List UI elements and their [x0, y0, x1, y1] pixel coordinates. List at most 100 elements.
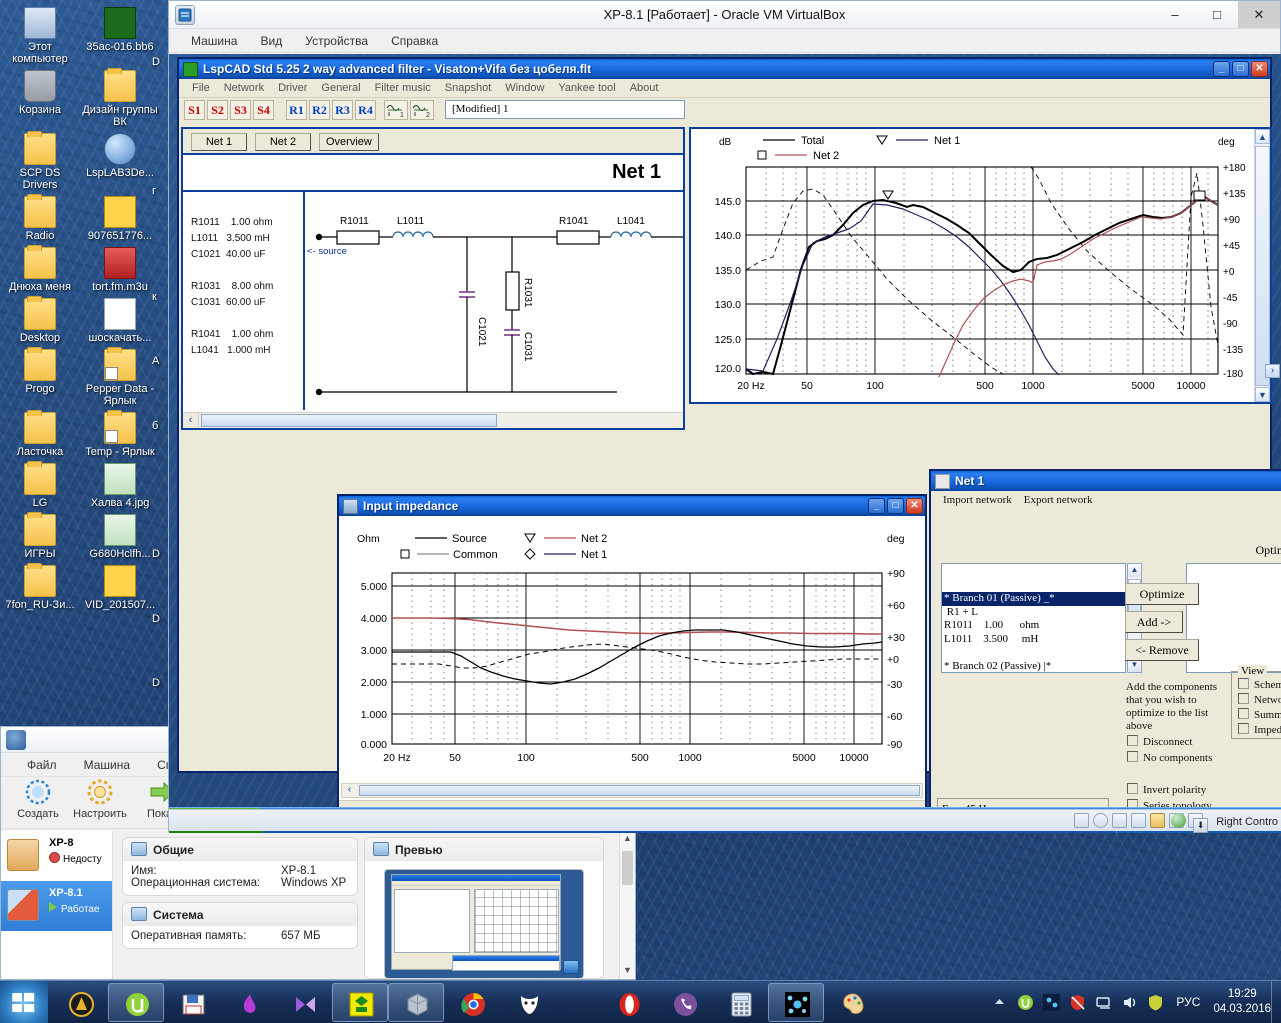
- taskbar-item-lspcad[interactable]: [332, 983, 388, 1022]
- desktop-icon-recycle-bin[interactable]: Корзина: [0, 67, 80, 118]
- scroll-up-icon[interactable]: ▲: [1128, 564, 1141, 577]
- menu-driver[interactable]: Driver: [271, 79, 314, 98]
- checkbox-icon[interactable]: [1238, 708, 1249, 719]
- desktop-icon-vid201507[interactable]: VID_201507...: [80, 562, 160, 613]
- desktop-icon-scp-ds-drivers[interactable]: SCP DS Drivers: [0, 130, 80, 193]
- add-button[interactable]: Add ->: [1125, 611, 1183, 633]
- folder-icon[interactable]: [1150, 813, 1166, 828]
- scroll-down-icon[interactable]: ▼: [620, 963, 635, 979]
- scrollbar-thumb[interactable]: [359, 785, 920, 796]
- desktop-icon-lastochka[interactable]: Ласточка: [0, 409, 80, 460]
- desktop-icon-progo[interactable]: Progo: [0, 346, 80, 397]
- desktop-icon-g680hclfh[interactable]: G680Hclfh...: [80, 511, 160, 562]
- input-impedance-horizontal-scrollbar[interactable]: ‹: [341, 783, 923, 798]
- tab-net1[interactable]: Net 1: [191, 133, 247, 151]
- frequency-response-pane[interactable]: dB Total Net 2 Net 1 deg 145.0 140.0 135…: [689, 127, 1272, 404]
- taskbar-item-calculator[interactable]: [712, 983, 768, 1022]
- snapshot-button-s1[interactable]: S1: [184, 100, 205, 120]
- vbm-new-button[interactable]: Создать: [7, 777, 69, 820]
- vm-close-button[interactable]: ✕: [1238, 1, 1280, 28]
- desktop-icon-design-vk[interactable]: Дизайн группы ВК: [80, 67, 160, 130]
- taskbar-item-media[interactable]: [276, 983, 332, 1022]
- schematic-drawing[interactable]: R1011 L1011 R1041 L1041 C1021 R1031 C103…: [307, 192, 683, 410]
- vm-minimize-button[interactable]: –: [1154, 1, 1196, 28]
- menu-network[interactable]: Network: [217, 79, 271, 98]
- scroll-up-icon[interactable]: ▲: [1255, 129, 1270, 144]
- snapshot-button-s2[interactable]: S2: [207, 100, 228, 120]
- fullscreen-preview-icon[interactable]: [563, 960, 579, 974]
- taskbar-item-utorrent[interactable]: [108, 983, 164, 1022]
- branch-list[interactable]: * Branch 01 (Passive) _* R1 + L R1011 1.…: [941, 563, 1126, 673]
- checkbox-icon[interactable]: [1127, 735, 1138, 746]
- vbm-menu-file[interactable]: Файл: [15, 753, 69, 777]
- menu-window[interactable]: Window: [498, 79, 551, 98]
- menu-general[interactable]: General: [314, 79, 367, 98]
- lspcad-maximize-button[interactable]: □: [1232, 61, 1249, 77]
- menu-filter-music[interactable]: Filter music: [368, 79, 438, 98]
- desktop-icon-tort-fm-m3u[interactable]: tort.fm.m3u: [80, 244, 160, 295]
- recall-button-r3[interactable]: R3: [332, 100, 353, 120]
- view-checkbox-summed-freq-resp[interactable]: Summed freq. resp.: [1238, 708, 1281, 721]
- chevron-up-icon[interactable]: [991, 994, 1008, 1011]
- checkbox-icon[interactable]: [1238, 693, 1249, 704]
- lspcad-close-button[interactable]: ✕: [1251, 61, 1268, 77]
- imp-maximize-button[interactable]: □: [887, 498, 904, 514]
- host-system-tray[interactable]: РУС 19:29 04.03.2016: [988, 981, 1281, 1023]
- network-icon[interactable]: [1095, 994, 1112, 1011]
- network-icon[interactable]: [1131, 813, 1147, 828]
- vm-menu-devices[interactable]: Устройства: [295, 29, 378, 53]
- scroll-left-icon[interactable]: ‹: [183, 413, 199, 428]
- scrollbar-thumb[interactable]: [1255, 146, 1270, 386]
- net1-dialog[interactable]: Net 1 ✕ Import networkExport network Opt…: [929, 469, 1281, 824]
- kaspersky-tray-icon[interactable]: [1069, 994, 1086, 1011]
- optimization-list[interactable]: [1186, 563, 1281, 673]
- recall-button-r1[interactable]: R1: [286, 100, 307, 120]
- vm-guest-screen[interactable]: LspCAD Std 5.25 2 way advanced filter - …: [169, 54, 1281, 833]
- view-checkbox-impedance[interactable]: Impedance: [1238, 723, 1281, 736]
- branch-list-selected-item[interactable]: * Branch 01 (Passive) _*: [942, 592, 1125, 606]
- taskbar-item-molecule[interactable]: [768, 983, 824, 1022]
- plot2-icon[interactable]: 2: [410, 100, 434, 120]
- schematic-horizontal-scrollbar[interactable]: ‹: [183, 412, 683, 428]
- volume-icon[interactable]: [1121, 994, 1138, 1011]
- vm-maximize-button[interactable]: □: [1196, 1, 1238, 28]
- tab-overview[interactable]: Overview: [319, 133, 379, 151]
- utorrent-tray-icon[interactable]: [1017, 994, 1034, 1011]
- imp-close-button[interactable]: ✕: [906, 498, 923, 514]
- vbm-machine-xp8[interactable]: XP-8 Недосту: [1, 831, 112, 881]
- desktop-icon-file-35ac[interactable]: 35ac-016.bb6: [80, 4, 160, 55]
- checkbox-icon[interactable]: [1127, 751, 1138, 762]
- desktop-icon-7fon[interactable]: 7fon_RU-Зи...: [0, 562, 80, 613]
- vbm-details-scrollbar[interactable]: ▲ ▼: [619, 831, 635, 979]
- scroll-left-icon[interactable]: ‹: [342, 784, 357, 797]
- desktop-icon-lsplab3de[interactable]: LspLAB3De...: [80, 130, 160, 181]
- desktop-icon-radio[interactable]: Radio: [0, 193, 80, 244]
- vbm-settings-button[interactable]: Настроить: [69, 777, 131, 820]
- menu-yankee-tool[interactable]: Yankee tool: [551, 79, 622, 98]
- vbm-machine-list[interactable]: XP-8 Недосту XP-8.1 Работае: [1, 831, 113, 979]
- menu-import-network[interactable]: Import network: [937, 491, 1018, 509]
- taskbar-item-virtualbox[interactable]: [388, 983, 444, 1022]
- vm-menubar[interactable]: Машина Вид Устройства Справка: [169, 29, 1280, 53]
- lspcad-scroll-right-icon[interactable]: ›: [1265, 364, 1280, 378]
- view-checkbox-schematic[interactable]: Schematic: [1238, 678, 1281, 691]
- checkbox-no-components[interactable]: No components: [1127, 751, 1212, 764]
- desktop-icon-computer[interactable]: Этот компьютер: [0, 4, 80, 67]
- desktop-icon-pepper-data[interactable]: Pepper Data - Ярлык: [80, 346, 160, 409]
- menu-about[interactable]: About: [623, 79, 666, 98]
- desktop-icon-desktop[interactable]: Desktop: [0, 295, 80, 346]
- lspcad-menubar[interactable]: File Network Driver General Filter music Snap…: [179, 79, 1270, 98]
- lspcad-toolbar[interactable]: S1 S2 S3 S4 R1 R2 R3 R4 1 2 [Modified] 1: [179, 98, 1270, 122]
- desktop-icon-907651776[interactable]: 907651776...: [80, 193, 160, 244]
- scrollbar-thumb[interactable]: [622, 851, 633, 885]
- net1-menubar[interactable]: Import network Export network: [931, 491, 1281, 509]
- vm-menu-help[interactable]: Справка: [381, 29, 448, 53]
- snapshot-button-s3[interactable]: S3: [230, 100, 251, 120]
- language-indicator[interactable]: РУС: [1170, 981, 1206, 1023]
- desktop-icon-shoskachat[interactable]: шоскачать...: [80, 295, 160, 346]
- scroll-up-icon[interactable]: ▲: [620, 831, 635, 847]
- vbm-menu-machine[interactable]: Машина: [72, 753, 142, 777]
- vbm-machine-xp81[interactable]: XP-8.1 Работае: [1, 881, 112, 931]
- desktop-icon-dnyuha[interactable]: Днюха меня: [0, 244, 80, 295]
- checkbox-icon[interactable]: [1238, 678, 1249, 689]
